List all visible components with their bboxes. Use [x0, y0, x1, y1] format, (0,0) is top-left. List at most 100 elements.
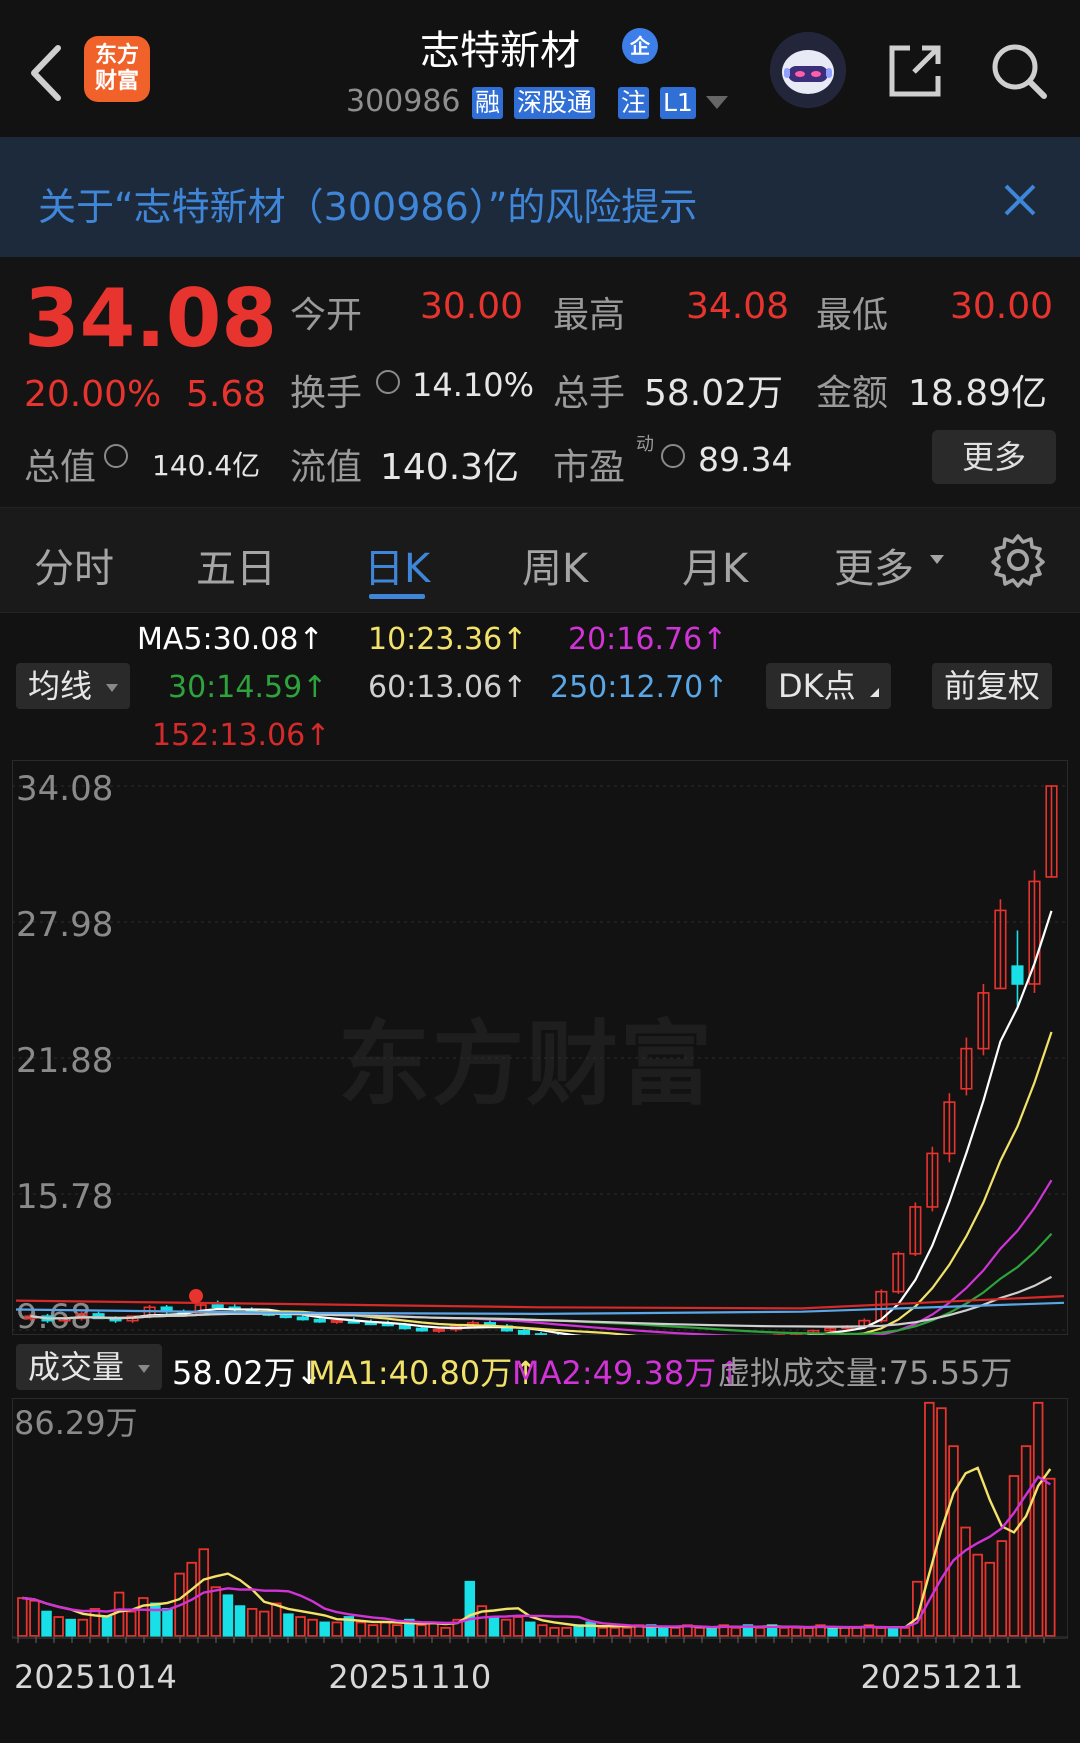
open-value: 30.00 — [420, 286, 524, 327]
volume-ma2: MA2:49.38万↑ — [512, 1354, 744, 1392]
volume-ma2-line — [22, 1475, 1051, 1629]
volume-label: 总手 — [553, 373, 626, 414]
volume-bar — [1045, 1477, 1056, 1637]
volume-bar — [150, 1602, 161, 1637]
volume-bar — [827, 1626, 838, 1637]
candle — [1011, 965, 1024, 985]
enterprise-badge: 企 — [622, 28, 658, 64]
volume-bar — [234, 1605, 246, 1637]
tab-daily-k[interactable]: 日K — [364, 536, 430, 594]
amount-value: 18.89亿 — [908, 373, 1048, 414]
more-quote-button[interactable]: 更多 — [932, 430, 1056, 484]
volume-bar — [670, 1626, 681, 1637]
volume-bar — [706, 1626, 717, 1637]
tab-monthly-k[interactable]: 月K — [682, 536, 748, 594]
indicator-select-label: 均线 — [28, 667, 93, 705]
volume-bar — [839, 1626, 850, 1637]
tab-intraday[interactable]: 分时 — [34, 536, 114, 594]
robot-assistant-icon[interactable] — [770, 32, 846, 108]
chevron-down-icon — [106, 684, 119, 692]
kline-chart[interactable]: 34.0827.9821.8815.789.68 — [12, 760, 1068, 1335]
date-tick-label: 20251014 — [14, 1658, 177, 1696]
volume-bar — [488, 1616, 500, 1637]
volume-bar — [271, 1602, 282, 1637]
volume-ma1: MA1:40.80万↑ — [308, 1354, 540, 1392]
info-icon[interactable] — [376, 370, 400, 394]
volume-bar — [778, 1626, 790, 1637]
share-icon[interactable] — [884, 40, 946, 102]
candle — [313, 1318, 326, 1323]
risk-banner-text[interactable]: 关于“志特新材（300986）”的风险提示 — [38, 176, 697, 231]
candle — [415, 1327, 428, 1332]
volume-bar — [561, 1626, 572, 1637]
volume-indicator-select[interactable]: 成交量 — [16, 1344, 163, 1390]
info-icon[interactable] — [661, 444, 685, 468]
volume-bar — [210, 1586, 222, 1637]
volume-bar — [730, 1626, 742, 1637]
y-tick-label: 27.98 — [16, 905, 113, 945]
volume-bar — [694, 1626, 705, 1637]
candle — [517, 1329, 531, 1335]
high-label: 最高 — [553, 295, 626, 336]
ma60-legend: 60:13.06↑ — [368, 670, 528, 705]
candle — [279, 1314, 292, 1319]
ma152-line — [15, 1295, 1065, 1310]
volume-bar — [246, 1607, 258, 1637]
volume-bar — [1008, 1475, 1020, 1637]
volume-bar — [331, 1621, 343, 1637]
volume-max-tick: 86.29万 — [14, 1404, 138, 1442]
volume-bar — [609, 1626, 621, 1637]
volume-bar — [597, 1626, 609, 1637]
y-tick-label: 21.88 — [16, 1041, 113, 1081]
date-tick-label: 20251211 — [861, 1658, 1024, 1696]
ma10-legend: 10:23.36↑ — [368, 622, 528, 657]
volume-ma1-line — [22, 1466, 1052, 1629]
gear-icon[interactable] — [990, 532, 1046, 588]
close-icon[interactable] — [1000, 180, 1040, 220]
float-value: 140.3亿 — [380, 447, 520, 488]
chart-frame — [12, 760, 1068, 1335]
candle — [296, 1316, 309, 1321]
info-icon[interactable] — [104, 444, 128, 468]
indicator-select[interactable]: 均线 — [16, 663, 131, 709]
tab-weekly-k[interactable]: 周K — [522, 536, 588, 594]
volume-bar — [29, 1599, 40, 1637]
dk-points-button[interactable]: DK点 — [766, 663, 891, 709]
volume-bar — [101, 1616, 113, 1637]
volume-bar — [355, 1621, 367, 1637]
price-adjust-button[interactable]: 前复权 — [932, 663, 1053, 709]
volume-bar — [295, 1616, 306, 1637]
chevron-down-icon[interactable] — [930, 555, 944, 564]
search-icon[interactable] — [986, 38, 1052, 104]
volume-bar — [125, 1610, 137, 1637]
volume-bar — [537, 1624, 548, 1637]
date-tick-label: 20251110 — [328, 1658, 491, 1696]
volume-bar — [283, 1613, 294, 1637]
turnover-label: 换手 — [290, 373, 363, 414]
volume-bar — [803, 1626, 814, 1637]
code-dropdown-icon[interactable] — [706, 96, 728, 109]
chevron-down-icon — [138, 1365, 151, 1373]
corner-caret-icon — [869, 688, 879, 697]
dk-points-label: DK点 — [778, 667, 856, 705]
last-price: 34.08 — [24, 272, 278, 365]
low-value: 30.00 — [950, 286, 1054, 327]
candle — [534, 1333, 548, 1335]
turnover-value: 14.10% — [412, 366, 535, 404]
volume-indicator-label: 成交量 — [28, 1348, 125, 1386]
volume-bar — [222, 1594, 234, 1637]
volume-bar — [791, 1626, 802, 1637]
signal-dot — [189, 1289, 203, 1303]
volume-bar — [754, 1626, 766, 1637]
tab-five-day[interactable]: 五日 — [196, 536, 276, 594]
eastmoney-logo: 东方 财富 — [84, 36, 150, 102]
stock-code: 300986 — [346, 84, 461, 119]
volume-bar — [984, 1561, 996, 1637]
volume-bar — [307, 1618, 318, 1637]
volume-value: 58.02万 — [644, 373, 784, 414]
volume-chart[interactable]: 86.29万20251014202511102025121120260120 — [12, 1398, 1068, 1698]
back-arrow-icon[interactable] — [22, 38, 82, 108]
stock-name: 志特新材 — [420, 28, 580, 74]
ma152-legend: 152:13.06↑ — [152, 718, 331, 753]
tab-more[interactable]: 更多 — [834, 536, 914, 594]
